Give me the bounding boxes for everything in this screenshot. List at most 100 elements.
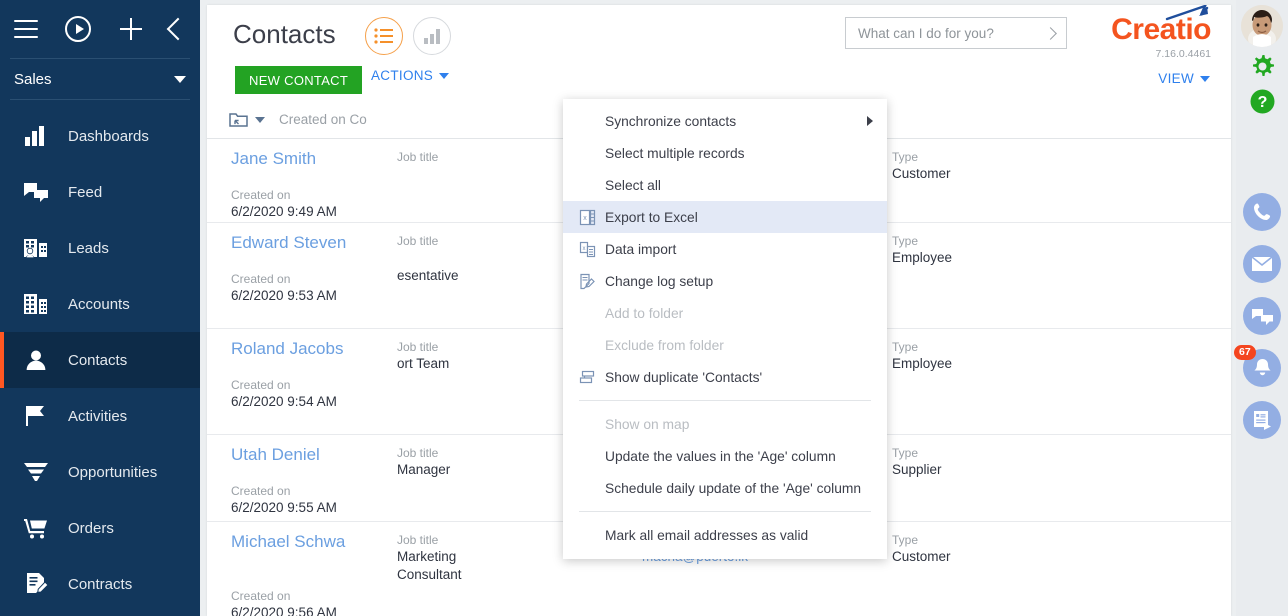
sidebar-item-contacts[interactable]: Contacts [0, 332, 200, 388]
menu-item-label: Mark all email addresses as valid [605, 527, 809, 543]
chart-view-button[interactable] [413, 17, 451, 55]
accounts-icon [22, 292, 50, 316]
view-button-label: VIEW [1158, 71, 1194, 86]
menu-item-select-all[interactable]: Select all [563, 169, 887, 201]
search-submit-icon[interactable] [1044, 26, 1057, 40]
sidebar-item-feed[interactable]: Feed [0, 164, 200, 220]
field-value-type: Employee [892, 356, 953, 371]
sidebar-item-contracts[interactable]: Contracts [0, 556, 200, 612]
menu-item-label: Show duplicate 'Contacts' [605, 369, 763, 385]
field-label-type: Type [892, 446, 919, 460]
page-title: Contacts [233, 19, 336, 49]
search-input[interactable] [858, 25, 1046, 41]
menu-item-show-on-map: Show on map [563, 408, 887, 440]
new-contact-button[interactable]: NEW CONTACT [235, 66, 363, 94]
created-on-block: Created on 6/2/2020 9:53 AM [231, 271, 397, 305]
menu-item-label: Select all [605, 177, 661, 193]
sidebar-item-label: Activities [68, 407, 128, 425]
email-icon [1252, 256, 1272, 271]
notifications-button[interactable]: 67 [1234, 345, 1281, 387]
submenu-arrow-icon [867, 116, 873, 126]
field-label-created: Created on [231, 378, 291, 392]
filter-text[interactable]: Created on Co [279, 112, 367, 127]
menu-item-label: Add to folder [605, 305, 684, 321]
phone-button[interactable] [1243, 193, 1281, 231]
field-label-type: Type [892, 340, 919, 354]
sidebar-item-accounts[interactable]: Accounts [0, 276, 200, 332]
chevron-down-icon [439, 72, 450, 79]
help-icon[interactable]: ? [1250, 89, 1275, 119]
contact-name-link[interactable]: Jane Smith [231, 149, 397, 169]
created-on-block: Created on 6/2/2020 9:54 AM [231, 377, 397, 411]
field-value-created: 6/2/2020 9:55 AM [231, 500, 337, 515]
brand-swoosh-icon [1165, 5, 1209, 21]
folder-filter-icon[interactable] [229, 111, 249, 129]
field-value-type: Customer [892, 166, 951, 181]
gear-icon[interactable] [1249, 53, 1276, 85]
run-process-icon[interactable] [65, 16, 92, 42]
bar-chart-icon [424, 29, 440, 44]
content-card: Contacts NEW CONTACT ACTIONS What can I … [207, 5, 1231, 616]
menu-item-schedule-age-update[interactable]: Schedule daily update of the 'Age' colum… [563, 472, 887, 504]
field-value-created: 6/2/2020 9:54 AM [231, 394, 337, 409]
actions-dropdown-menu: Synchronize contacts Select multiple rec… [563, 99, 887, 559]
activities-icon [22, 404, 50, 428]
menu-item-export-to-excel[interactable]: x Export to Excel [563, 201, 887, 233]
collapse-icon[interactable] [166, 17, 190, 41]
sidebar-item-opportunities[interactable]: Opportunities [0, 444, 200, 500]
field-label-created: Created on [231, 484, 291, 498]
menu-item-update-age-column[interactable]: Update the values in the 'Age' column [563, 440, 887, 472]
left-sidebar: Sales Dashboards Feed Leads Accounts Con… [0, 0, 200, 616]
field-value-type: Customer [892, 549, 951, 564]
menu-item-mark-emails-valid[interactable]: Mark all email addresses as valid [563, 519, 887, 551]
sidebar-top-toolbar [0, 0, 200, 58]
sidebar-item-dashboards[interactable]: Dashboards [0, 108, 200, 164]
feed-icon [22, 180, 50, 204]
menu-item-synchronize-contacts[interactable]: Synchronize contacts [563, 105, 887, 137]
sidebar-item-label: Dashboards [68, 127, 149, 145]
feed-doc-button[interactable] [1243, 401, 1281, 439]
actions-button[interactable]: ACTIONS [371, 68, 450, 83]
menu-item-exclude-from-folder: Exclude from folder [563, 329, 887, 361]
menu-separator [579, 400, 871, 401]
data-import-icon: x [579, 241, 601, 258]
search-box[interactable] [845, 17, 1067, 49]
menu-item-label: Exclude from folder [605, 337, 724, 353]
sidebar-item-leads[interactable]: Leads [0, 220, 200, 276]
contact-name-link[interactable]: Roland Jacobs [231, 339, 397, 359]
field-label-created: Created on [231, 589, 291, 603]
email-button[interactable] [1243, 245, 1281, 283]
sidebar-item-label: Accounts [68, 295, 130, 313]
contact-name-link[interactable]: Edward Steven [231, 233, 397, 253]
view-button[interactable]: VIEW [1158, 71, 1210, 86]
cell-name: Roland Jacobs Created on 6/2/2020 9:54 A… [207, 339, 397, 424]
menu-separator [579, 511, 871, 512]
menu-item-select-multiple-records[interactable]: Select multiple records [563, 137, 887, 169]
add-icon[interactable] [119, 17, 143, 41]
sidebar-item-label: Contracts [68, 575, 133, 593]
menu-item-data-import[interactable]: x Data import [563, 233, 887, 265]
field-label-type: Type [892, 533, 919, 547]
menu-item-change-log-setup[interactable]: Change log setup [563, 265, 887, 297]
duplicates-icon [579, 369, 601, 386]
sidebar-item-activities[interactable]: Activities [0, 388, 200, 444]
svg-text:x: x [583, 246, 586, 252]
brand-name: Creatio [1111, 5, 1211, 45]
phone-icon [1254, 203, 1271, 220]
contact-name-link[interactable]: Michael Schwa [231, 532, 397, 552]
menu-item-show-duplicate-contacts[interactable]: Show duplicate 'Contacts' [563, 361, 887, 393]
contact-name-link[interactable]: Utah Deniel [231, 445, 397, 465]
folder-filter-chevron-icon[interactable] [255, 116, 265, 123]
cell-name: Jane Smith Created on 6/2/2020 9:49 AM [207, 149, 397, 219]
avatar[interactable] [1241, 5, 1283, 47]
list-view-button[interactable] [365, 17, 403, 55]
workplace-selector[interactable]: Sales [0, 59, 200, 99]
field-label-created: Created on [231, 272, 291, 286]
chevron-down-icon [1200, 75, 1210, 82]
menu-item-label: Show on map [605, 416, 690, 432]
cell-type: Type Customer [892, 532, 1152, 616]
created-on-block: Created on 6/2/2020 9:49 AM [231, 187, 397, 221]
menu-icon[interactable] [14, 20, 38, 38]
sidebar-item-orders[interactable]: Orders [0, 500, 200, 556]
chat-button[interactable] [1243, 297, 1281, 335]
